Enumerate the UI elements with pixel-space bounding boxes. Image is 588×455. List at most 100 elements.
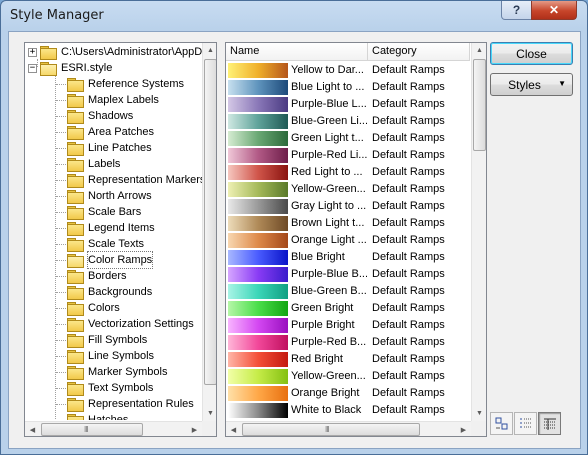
color-ramp-row[interactable]: Purple-Red Li... Default Ramps (226, 147, 470, 164)
details-view-button[interactable] (538, 412, 561, 435)
color-ramp-row[interactable]: Red Bright Default Ramps (226, 351, 470, 368)
tree-item[interactable]: Line Patches (67, 140, 152, 156)
help-button[interactable]: ? (501, 1, 532, 20)
list-scroll-thumb[interactable] (473, 59, 486, 151)
ramp-category: Default Ramps (372, 302, 445, 314)
tree-item-label: Maplex Labels (88, 94, 159, 106)
ramp-name: Purple-Blue B... (291, 268, 367, 280)
tree-item[interactable]: Line Symbols (67, 348, 154, 364)
tree-item[interactable]: Labels (67, 156, 120, 172)
expand-icon[interactable]: + (28, 47, 37, 57)
tree-style-node[interactable]: − ESRI.style (28, 60, 112, 76)
folder-icon (67, 366, 84, 380)
tree-item[interactable]: North Arrows (67, 188, 152, 204)
tree-item[interactable]: Scale Bars (67, 204, 141, 220)
color-ramp-row[interactable]: Yellow to Dar... Default Ramps (226, 62, 470, 79)
folder-icon (67, 398, 84, 412)
tree-item-label: Backgrounds (88, 286, 153, 298)
tree-item[interactable]: Hatches (67, 412, 128, 420)
color-ramp-row[interactable]: Gray Light to ... Default Ramps (226, 198, 470, 215)
ramp-category: Default Ramps (372, 285, 445, 297)
list-horizontal-scrollbar[interactable]: ◀ III ▶ (226, 421, 471, 436)
tree-item-label: Fill Symbols (88, 334, 148, 346)
color-ramp-row[interactable]: Green Light t... Default Ramps (226, 130, 470, 147)
list-header: Name Category (226, 43, 470, 61)
title-bar[interactable]: Style Manager ? ✕ (1, 1, 587, 31)
tree-item-label: Legend Items (88, 222, 155, 234)
tree-item[interactable]: Text Symbols (67, 380, 153, 396)
folder-icon (67, 270, 84, 284)
tree-horizontal-scrollbar[interactable]: ◀ III ▶ (25, 421, 202, 436)
ramp-name: Blue Bright (291, 251, 345, 263)
tree-item[interactable]: Area Patches (67, 124, 154, 140)
tree-hscroll-thumb[interactable]: III (41, 423, 143, 436)
tree-item[interactable]: Fill Symbols (67, 332, 147, 348)
tree-item[interactable]: Borders (67, 268, 127, 284)
tree-item[interactable]: Scale Texts (67, 236, 144, 252)
collapse-icon[interactable]: − (28, 63, 37, 73)
large-icons-view-button[interactable] (490, 412, 513, 435)
scroll-down-icon[interactable]: ▼ (472, 406, 486, 421)
styles-button-label: Styles (508, 77, 541, 92)
tree-item-label: Labels (88, 158, 121, 170)
tree-item[interactable]: Vectorization Settings (67, 316, 194, 332)
color-ramp-row[interactable]: Yellow-Green... Default Ramps (226, 181, 470, 198)
color-ramp-row[interactable]: Blue Light to ... Default Ramps (226, 79, 470, 96)
tree-vertical-scrollbar[interactable]: ▲ ▼ (202, 43, 216, 421)
scroll-left-icon[interactable]: ◀ (226, 422, 241, 436)
column-header-category[interactable]: Category (368, 43, 470, 60)
tree-root-node[interactable]: + C:\Users\Administrator\AppD (28, 44, 202, 60)
ramp-category: Default Ramps (372, 132, 445, 144)
tree-item[interactable]: Representation Markers (67, 172, 203, 188)
tree-item[interactable]: Color Ramps (67, 251, 154, 269)
scroll-right-icon[interactable]: ▶ (456, 422, 471, 436)
scroll-left-icon[interactable]: ◀ (25, 422, 40, 436)
list-vertical-scrollbar[interactable]: ▲ ▼ (471, 43, 486, 421)
ramp-name: Purple Bright (291, 319, 355, 331)
color-ramp-row[interactable]: Purple-Red B... Default Ramps (226, 334, 470, 351)
color-ramp-row[interactable]: White to Black Default Ramps (226, 402, 470, 419)
color-ramp-row[interactable]: Blue-Green B... Default Ramps (226, 283, 470, 300)
color-ramp-swatch (228, 284, 288, 299)
tree-item[interactable]: Colors (67, 300, 120, 316)
tree-item[interactable]: Marker Symbols (67, 364, 167, 380)
color-ramp-row[interactable]: Purple-Blue B... Default Ramps (226, 266, 470, 283)
list-view-button[interactable] (514, 412, 537, 435)
tree-item[interactable]: Maplex Labels (67, 92, 159, 108)
ramp-name: Orange Light ... (291, 234, 367, 246)
tree-item-label: Vectorization Settings (88, 318, 194, 330)
window-close-button[interactable]: ✕ (531, 1, 577, 20)
color-ramp-row[interactable]: Purple-Blue L... Default Ramps (226, 96, 470, 113)
folder-icon (67, 334, 84, 348)
styles-dropdown-button[interactable]: Styles ▼ (490, 73, 573, 96)
tree-item[interactable]: Representation Rules (67, 396, 194, 412)
column-header-name[interactable]: Name (226, 43, 368, 60)
color-ramp-row[interactable]: Blue Bright Default Ramps (226, 249, 470, 266)
scroll-up-icon[interactable]: ▲ (203, 43, 216, 58)
color-ramp-swatch (228, 165, 288, 180)
tree-scroll-thumb[interactable] (204, 59, 216, 385)
color-ramp-swatch (228, 148, 288, 163)
color-ramp-row[interactable]: Purple Bright Default Ramps (226, 317, 470, 334)
color-ramp-row[interactable]: Orange Bright Default Ramps (226, 385, 470, 402)
tree-item-label: Borders (88, 270, 127, 282)
scroll-down-icon[interactable]: ▼ (203, 406, 216, 421)
tree-item[interactable]: Backgrounds (67, 284, 152, 300)
color-ramp-row[interactable]: Orange Light ... Default Ramps (226, 232, 470, 249)
tree-item[interactable]: Reference Systems (67, 76, 184, 92)
folder-icon (67, 302, 84, 316)
list-hscroll-thumb[interactable]: III (242, 423, 420, 436)
color-ramp-row[interactable]: Red Light to ... Default Ramps (226, 164, 470, 181)
scroll-up-icon[interactable]: ▲ (472, 43, 486, 58)
tree-item[interactable]: Legend Items (67, 220, 155, 236)
color-ramp-row[interactable]: Brown Light t... Default Ramps (226, 215, 470, 232)
tree-item[interactable]: Shadows (67, 108, 133, 124)
color-ramp-swatch (228, 131, 288, 146)
close-button[interactable]: Close (490, 42, 573, 65)
scroll-right-icon[interactable]: ▶ (187, 422, 202, 436)
open-folder-icon (67, 254, 84, 268)
color-ramp-row[interactable]: Green Bright Default Ramps (226, 300, 470, 317)
folder-icon (67, 238, 84, 252)
color-ramp-row[interactable]: Yellow-Green... Default Ramps (226, 368, 470, 385)
color-ramp-row[interactable]: Blue-Green Li... Default Ramps (226, 113, 470, 130)
